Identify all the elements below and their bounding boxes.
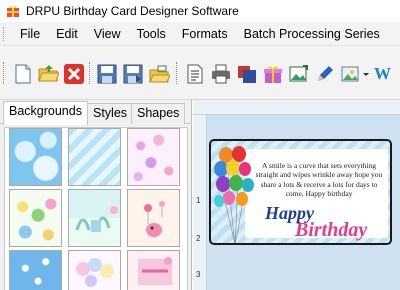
pen-icon[interactable] [314, 63, 336, 85]
background-thumbnail[interactable] [9, 128, 62, 186]
horizontal-ruler [193, 100, 400, 115]
image-landscape-icon[interactable] [340, 63, 362, 85]
save-icon[interactable] [96, 63, 118, 85]
toolbar-separator [176, 62, 179, 84]
save-as-icon[interactable] [122, 63, 144, 85]
background-thumbnail[interactable] [127, 250, 180, 290]
menu-edit[interactable]: Edit [48, 23, 86, 45]
side-panel: Backgrounds Styles Shapes [0, 100, 192, 290]
background-thumbnail[interactable] [9, 250, 62, 290]
insert-image-icon[interactable] [288, 63, 310, 85]
toolbar-grip [3, 62, 6, 84]
background-thumbnail[interactable] [127, 189, 180, 247]
card-birthday-text[interactable]: Birthday [295, 219, 367, 242]
panel-tabs: Backgrounds Styles Shapes [0, 100, 192, 125]
tab-shapes[interactable]: Shapes [131, 103, 186, 124]
menu-grip [3, 26, 7, 41]
background-thumbnail[interactable] [127, 128, 180, 186]
page-properties-icon[interactable] [184, 63, 206, 85]
background-thumbnail[interactable] [68, 189, 121, 247]
menu-view[interactable]: View [86, 23, 129, 45]
backgrounds-gallery [4, 127, 188, 290]
open-template-icon[interactable] [148, 63, 171, 85]
birthday-card[interactable]: A smile is a curve that sets everything … [209, 139, 392, 245]
vertical-ruler: 1 2 3 [193, 115, 207, 290]
window-title: DRPU Birthday Card Designer Software [26, 4, 239, 18]
menu-batch-processing-series[interactable]: Batch Processing Series [236, 23, 388, 45]
gift-icon[interactable] [262, 63, 284, 85]
menu-formats[interactable]: Formats [174, 23, 236, 45]
new-file-icon[interactable] [12, 63, 34, 85]
ruler-number: 3 [196, 270, 201, 279]
ruler-number: 2 [196, 234, 201, 243]
menu-tools[interactable]: Tools [129, 23, 174, 45]
background-thumbnail[interactable] [68, 128, 121, 186]
chevron-down-icon[interactable] [362, 63, 370, 85]
card-quote-text[interactable]: A smile is a curve that sets everything … [251, 161, 387, 199]
open-folder-icon[interactable] [37, 63, 60, 85]
tab-styles[interactable]: Styles [87, 103, 134, 124]
background-thumbnail[interactable] [9, 189, 62, 247]
toolbar: W [0, 46, 400, 100]
toolbar-separator [89, 62, 92, 84]
app-logo-icon [6, 4, 20, 18]
background-thumbnail[interactable] [68, 250, 121, 290]
print-preview-icon[interactable] [236, 63, 258, 85]
ruler-number: 1 [196, 196, 201, 205]
text-art-icon[interactable]: W [374, 63, 398, 85]
tab-backgrounds[interactable]: Backgrounds [3, 101, 88, 125]
print-icon[interactable] [210, 63, 232, 85]
menu-file[interactable]: File [12, 23, 48, 45]
close-icon[interactable] [63, 63, 85, 85]
title-bar: DRPU Birthday Card Designer Software [0, 0, 400, 22]
menu-bar: File Edit View Tools Formats Batch Proce… [0, 22, 400, 46]
design-canvas-area[interactable]: 1 2 3 A smile is a curve that sets every… [193, 100, 400, 290]
